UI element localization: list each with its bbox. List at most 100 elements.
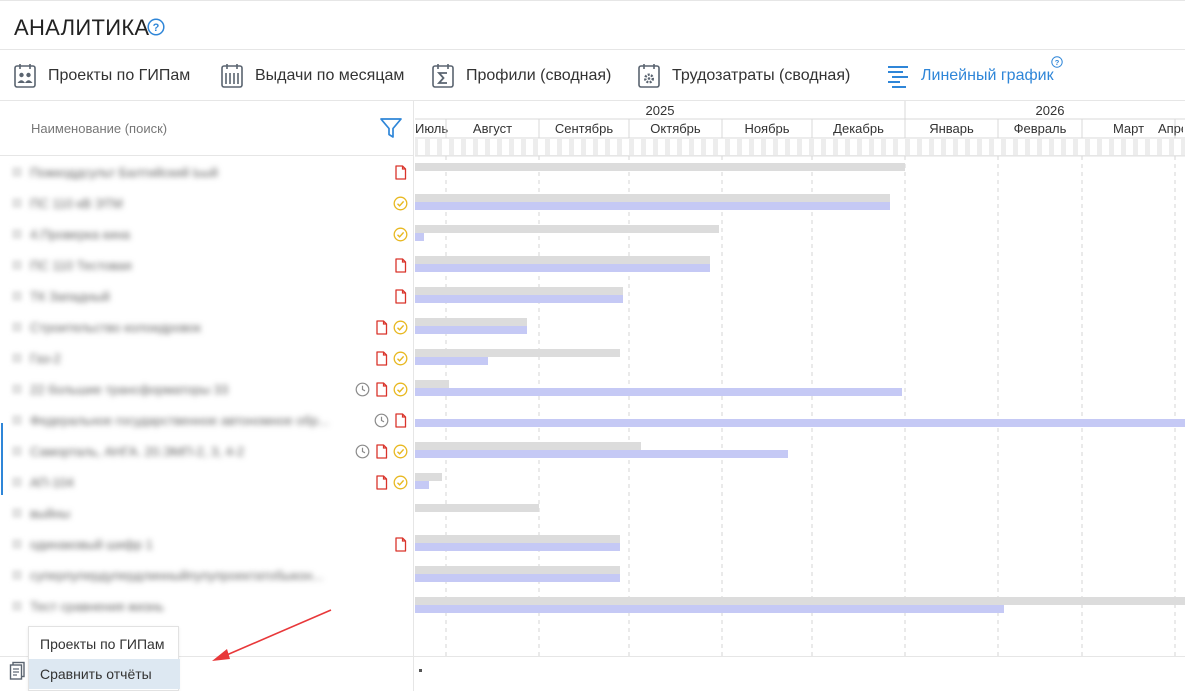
annotation-arrow: [212, 609, 332, 661]
list-item[interactable]: Пожкоддсульт Балтийский Ьый: [0, 157, 414, 188]
month-label: Октябрь: [650, 121, 701, 136]
page-title: АНАЛИТИКА: [14, 15, 150, 40]
project-name: Строительство колоидровок: [30, 320, 201, 335]
day-cell: [802, 139, 809, 155]
filter-icon[interactable]: [379, 117, 403, 139]
row-type-icon: [12, 229, 22, 239]
day-cell: [1102, 139, 1109, 155]
day-cell: [490, 139, 497, 155]
tab-issues-by-month[interactable]: Выдачи по месяцам: [220, 61, 404, 91]
team-board-icon: [14, 64, 36, 88]
month-label: Январь: [929, 121, 974, 136]
list-item[interactable]: выйны: [0, 498, 414, 529]
list-item[interactable]: 22 большие трансформаторы 33: [0, 374, 414, 405]
name-search-label[interactable]: Наименование (поиск): [31, 121, 167, 136]
list-item[interactable]: Федеральное государственное автономное о…: [0, 405, 414, 436]
day-cell: [862, 139, 869, 155]
name-column-header: Наименование (поиск): [0, 101, 414, 156]
check-circle-icon: [393, 196, 408, 211]
status-icons: [393, 258, 408, 273]
fact-bar: [415, 450, 788, 458]
doc-icon: [395, 537, 407, 552]
day-cell: [598, 139, 605, 155]
plan-bar: [415, 349, 620, 357]
day-cell: [1090, 139, 1097, 155]
day-cell: [1018, 139, 1025, 155]
list-item[interactable]: ПС 110 кВ ЭТМ: [0, 188, 414, 219]
plan-bar: [415, 256, 710, 264]
check-circle-icon: [393, 320, 408, 335]
doc-icon: [376, 351, 388, 366]
row-type-icon: [12, 353, 22, 363]
help-icon[interactable]: ?: [1051, 56, 1063, 68]
check-circle-icon: [393, 444, 408, 459]
tab-line-chart[interactable]: Линейный график: [886, 61, 1054, 91]
list-item[interactable]: ТК Западный: [0, 281, 414, 312]
doc-icon: [376, 475, 388, 490]
day-cell: [742, 139, 749, 155]
day-cell: [1066, 139, 1073, 155]
day-cell: [850, 139, 857, 155]
list-item[interactable]: Саморталь, АНГА. 20.ЭМП-2, 3, 4-2: [0, 436, 414, 467]
day-cell: [586, 139, 593, 155]
day-cell: [1162, 139, 1169, 155]
month-label: Ноябрь: [744, 121, 789, 136]
list-item[interactable]: Газ-2: [0, 343, 414, 374]
row-type-icon: [12, 508, 22, 518]
day-cell: [934, 139, 941, 155]
tab-label: Проекты по ГИПам: [48, 67, 191, 84]
list-item[interactable]: Строительство колоидровок: [0, 312, 414, 343]
plan-bar: [415, 194, 890, 202]
help-icon[interactable]: ?: [147, 18, 165, 36]
list-item[interactable]: 4.Проверка кина: [0, 219, 414, 250]
tab-label: Выдачи по месяцам: [255, 67, 405, 84]
project-name: ПС 110 кВ ЭТМ: [30, 196, 123, 211]
day-cell: [622, 139, 629, 155]
fact-bar: [415, 543, 620, 551]
list-item[interactable]: одинаковый шифр 1: [0, 529, 414, 560]
tab-label: Линейный график: [921, 67, 1054, 84]
tab-projects-by-gip[interactable]: Проекты по ГИПам: [13, 61, 190, 91]
doc-icon: [376, 382, 388, 397]
day-cell: [550, 139, 557, 155]
tab-labor-summary[interactable]: Трудозатраты (сводная): [637, 61, 850, 91]
list-item[interactable]: суперпупердупердлинныйпупупроектатобыкон…: [0, 560, 414, 591]
month-label: Апрель: [1158, 121, 1185, 136]
calendar-sigma-icon: [432, 64, 454, 88]
plan-bar: [415, 535, 620, 543]
day-cell: [682, 139, 689, 155]
menu-item-compare-reports[interactable]: Сравнить отчёты: [29, 659, 180, 689]
day-cell: [910, 139, 917, 155]
doc-icon: [395, 289, 407, 304]
report-icon[interactable]: [9, 661, 27, 681]
day-cell: [538, 139, 545, 155]
menu-item-projects-by-gip[interactable]: Проекты по ГИПам: [29, 629, 180, 659]
status-icons: [393, 537, 408, 552]
list-item[interactable]: АП-104: [0, 467, 414, 498]
fact-bar: [415, 326, 527, 334]
day-cell: [634, 139, 641, 155]
fact-bar: [415, 419, 1185, 427]
day-cell: [718, 139, 725, 155]
row-type-icon: [12, 477, 22, 487]
plan-bar: [415, 163, 905, 171]
day-cell: [478, 139, 485, 155]
plan-bar: [415, 287, 623, 295]
list-item[interactable]: ПС 110 Тестовая: [0, 250, 414, 281]
year-label: 2025: [646, 103, 675, 118]
project-name: одинаковый шифр 1: [30, 537, 153, 552]
reports-popup-menu: Проекты по ГИПам Сравнить отчёты: [28, 626, 180, 691]
clock-icon: [374, 413, 389, 428]
day-cell: [526, 139, 533, 155]
status-icons: [355, 444, 408, 459]
plan-bar: [415, 473, 442, 481]
day-cell: [646, 139, 653, 155]
row-type-icon: [12, 415, 22, 425]
plan-bar: [415, 380, 449, 388]
tab-profiles-summary[interactable]: Профили (сводная): [431, 61, 611, 91]
project-name: суперпупердупердлинныйпупупроектатобыкон…: [30, 568, 324, 583]
day-cell: [430, 139, 437, 155]
doc-icon: [376, 320, 388, 335]
status-icons: [374, 413, 408, 428]
day-cell: [826, 139, 833, 155]
